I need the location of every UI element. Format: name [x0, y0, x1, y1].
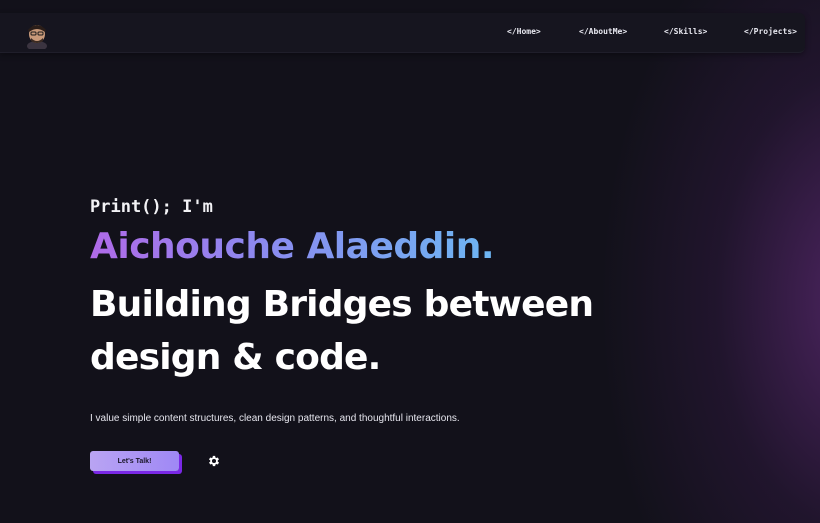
- gear-icon[interactable]: [207, 454, 221, 468]
- lets-talk-button[interactable]: Let's Talk!: [90, 451, 179, 471]
- nav-link-projects[interactable]: </Projects>: [744, 27, 797, 36]
- navbar: </Home> </AboutMe> </Skills> </Projects>: [0, 13, 805, 53]
- nav-link-home[interactable]: </Home>: [507, 27, 541, 36]
- nav-link-skills[interactable]: </Skills>: [664, 27, 707, 36]
- hero-tagline: Building Bridges between design & code.: [90, 284, 594, 378]
- hero-intro: Print(); I'm: [90, 197, 213, 217]
- nav-links: </Home> </AboutMe> </Skills> </Projects>: [0, 13, 805, 52]
- hero-name: Aichouche Alaeddin.: [90, 226, 495, 267]
- hero-description: I value simple content structures, clean…: [90, 413, 460, 424]
- nav-link-about-me[interactable]: </AboutMe>: [579, 27, 627, 36]
